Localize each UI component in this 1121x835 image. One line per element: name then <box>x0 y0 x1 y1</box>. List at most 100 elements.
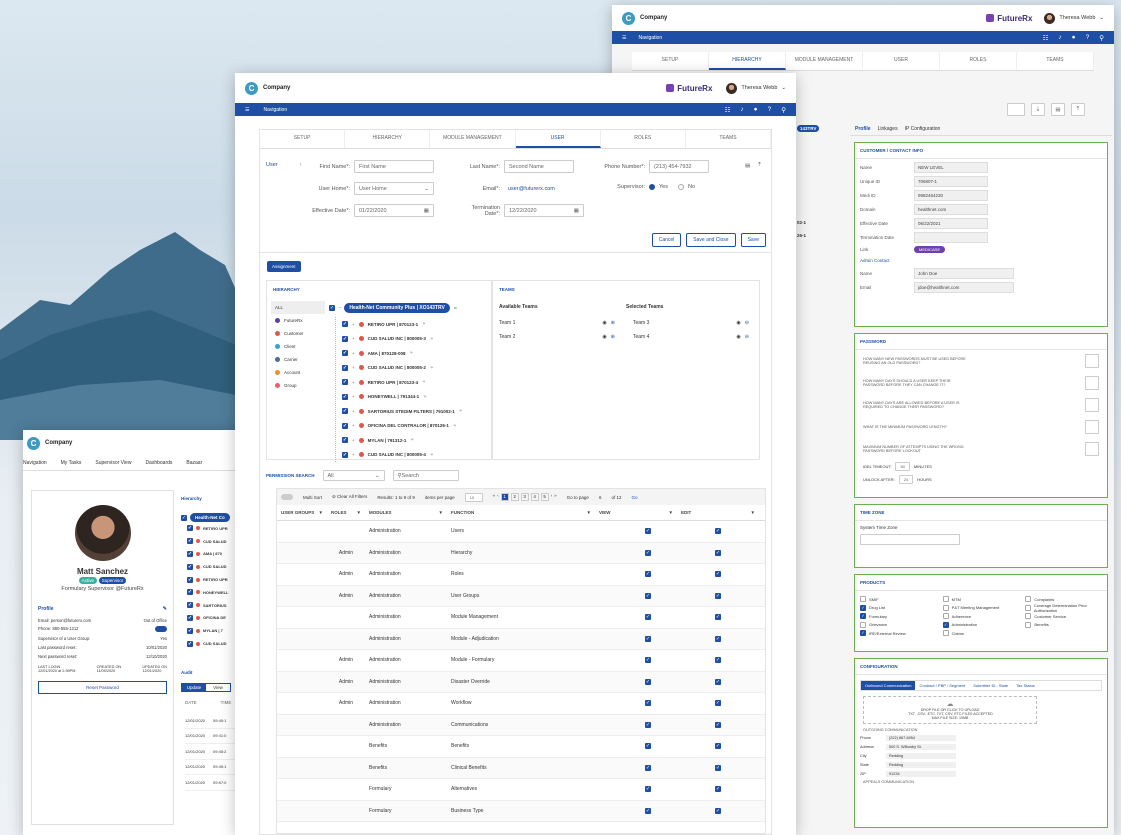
config-tab-tax[interactable]: Tax Status <box>1012 681 1039 690</box>
view-checkbox[interactable]: ✓ <box>645 786 651 793</box>
legend-item[interactable]: Customer <box>271 327 325 340</box>
view-checkbox[interactable]: ✓ <box>645 657 651 664</box>
filter-icon[interactable]: ▼ <box>357 510 361 515</box>
product-checkbox[interactable]: ✓ <box>860 604 866 611</box>
eye-icon[interactable]: ◉ <box>602 320 606 326</box>
selected-team[interactable]: Team 4 ◉ ⊖ <box>633 334 753 340</box>
expand-icon[interactable]: + <box>352 380 355 385</box>
audit-tab-view[interactable]: View <box>206 684 230 691</box>
view-checkbox[interactable]: ✓ <box>645 635 651 642</box>
permission-filter-select[interactable]: All <box>328 473 334 479</box>
password-answer-input[interactable] <box>1085 442 1099 456</box>
link-icon[interactable]: ⚭ <box>453 423 457 429</box>
legend-item[interactable]: Client <box>271 340 325 353</box>
edit-checkbox[interactable]: ✓ <box>715 614 721 621</box>
tree-node[interactable]: ✓ + HONEYWELL | 791344-1 ⚭ <box>342 390 463 405</box>
field-value[interactable]: 500 S. Willowby St. <box>886 744 956 750</box>
config-tab-contract[interactable]: Contract / PBP / Segment <box>915 681 969 690</box>
reset-password-button[interactable]: Reset Password <box>38 681 167 694</box>
audit-tab-update[interactable]: Update <box>182 684 206 691</box>
config-tab-outbound[interactable]: Outbound Communication <box>861 681 916 690</box>
edit-checkbox[interactable]: ✓ <box>715 592 721 599</box>
product-item[interactable]: Customer Service <box>1025 612 1102 621</box>
toolbar-blank-button[interactable] <box>1007 103 1025 116</box>
link-badge[interactable]: MEDICARE <box>914 246 946 253</box>
expand-icon[interactable]: + <box>352 322 355 327</box>
tree-node[interactable]: ✓ HONEYWELL <box>181 586 230 599</box>
expand-icon[interactable]: + <box>352 336 355 341</box>
tree-node[interactable]: ✓ + OFICINA DEL CONTRALOR | 870126-1 ⚭ <box>342 419 463 434</box>
first-page-button[interactable]: « <box>493 493 496 501</box>
node-checkbox[interactable]: ✓ <box>342 393 348 400</box>
subtab-linkages[interactable]: Linkages <box>878 126 898 132</box>
upload-icon[interactable]: ⤒ <box>1071 103 1085 116</box>
field-value[interactable]: 91234 <box>886 771 956 777</box>
product-item[interactable]: ✓ Formulary <box>860 612 937 621</box>
termination-date-input[interactable]: 12/22/2020 <box>509 208 537 214</box>
node-checkbox[interactable]: ✓ <box>187 614 193 621</box>
nav-menu[interactable]: Navigation <box>638 35 662 41</box>
file-icon[interactable]: ▤ <box>745 163 750 169</box>
tree-node[interactable]: ✓ OFICINA DE <box>181 612 230 625</box>
tab-user[interactable]: USER <box>515 130 601 148</box>
tree-node[interactable]: ✓ + RETIRO UPR | 870123-1 ⚭ <box>342 317 463 332</box>
link-icon[interactable]: ⚭ <box>423 394 427 400</box>
link-icon[interactable]: ⚭ <box>422 321 426 327</box>
password-answer-input[interactable] <box>1085 354 1099 368</box>
user-home-select[interactable]: User Home <box>359 186 387 192</box>
product-checkbox[interactable] <box>942 604 949 611</box>
medi-id-field[interactable]: 9982464230 <box>914 190 988 201</box>
edit-icon[interactable]: ✎ <box>163 606 167 612</box>
chat-icon[interactable]: ● <box>754 106 758 114</box>
tree-node[interactable]: ✓ CUD SALUD <box>181 560 230 573</box>
eye-icon[interactable]: ◉ <box>736 320 740 326</box>
page-button[interactable]: 4 <box>530 493 539 501</box>
upload-icon[interactable]: ⤒ <box>758 162 760 169</box>
edit-checkbox[interactable]: ✓ <box>715 721 721 728</box>
supervisor-yes-radio[interactable] <box>649 184 655 190</box>
name-field[interactable]: NEW LEVEL <box>914 162 988 173</box>
edit-checkbox[interactable]: ✓ <box>715 528 721 535</box>
page-button[interactable]: 1 <box>500 493 509 501</box>
tree-node[interactable]: ✓ + CUD SALUD INC | 800005-4 ⚭ <box>342 448 463 463</box>
product-item[interactable]: Adherence <box>942 612 1020 621</box>
view-checkbox[interactable]: ✓ <box>645 721 651 728</box>
tasks-icon[interactable]: ☷ <box>725 106 731 114</box>
edit-checkbox[interactable]: ✓ <box>715 678 721 685</box>
node-checkbox[interactable]: ✓ <box>342 422 348 429</box>
node-checkbox[interactable]: ✓ <box>187 525 193 532</box>
expand-icon[interactable]: + <box>352 438 355 443</box>
tree-node[interactable]: ✓ + MYLAN | 791312-1 ⚭ <box>342 433 463 448</box>
go-to-page-input[interactable]: 6 <box>599 495 602 500</box>
tree-node[interactable]: ✓ AMA | 870 <box>181 548 230 561</box>
node-checkbox[interactable]: ✓ <box>187 576 193 583</box>
tree-node[interactable]: ✓ + RETIRO UPR | 870123-4 ⚭ <box>342 375 463 390</box>
view-checkbox[interactable]: ✓ <box>645 700 651 707</box>
domain-field[interactable]: healthnet.com <box>914 204 988 215</box>
expand-icon[interactable]: + <box>352 351 355 356</box>
link-icon[interactable]: ⚭ <box>410 437 414 443</box>
node-checkbox[interactable]: ✓ <box>187 563 193 570</box>
product-item[interactable]: ✓ Administration <box>942 621 1020 630</box>
unlock-after-input[interactable]: 24 <box>898 475 914 484</box>
user-menu[interactable]: Theresa Webb ⌄ <box>1044 12 1104 24</box>
tree-node[interactable]: ✓ + CUD SALUD INC | 800005-3 ⚭ <box>342 332 463 347</box>
product-checkbox[interactable]: ✓ <box>860 613 866 620</box>
prev-page-button[interactable]: ‹ <box>497 493 499 501</box>
download-icon[interactable]: ⤓ <box>1031 103 1045 116</box>
product-item[interactable]: Claims <box>942 629 1020 638</box>
tab-user[interactable]: USER <box>863 52 940 70</box>
nav-my-tasks[interactable]: My Tasks <box>61 460 82 466</box>
last-name-input[interactable]: Second Name <box>504 160 574 173</box>
tree-root[interactable]: Health-Net Co <box>190 513 230 522</box>
tree-node[interactable]: ✓ + SARTORIUS STEDIM FILTERS | 791002-1 ⚭ <box>342 404 463 419</box>
filter-icon[interactable]: ▼ <box>439 510 443 515</box>
first-name-input[interactable]: First Name <box>354 160 434 173</box>
product-checkbox[interactable] <box>942 630 949 637</box>
column-header[interactable]: FUNCTION ▼ <box>447 510 595 515</box>
product-item[interactable]: MTM <box>942 595 1020 604</box>
node-checkbox[interactable]: ✓ <box>187 640 193 647</box>
config-tab-submitter[interactable]: Submitter ID : State <box>969 681 1012 690</box>
product-checkbox[interactable] <box>942 596 949 603</box>
edit-checkbox[interactable]: ✓ <box>715 807 721 814</box>
